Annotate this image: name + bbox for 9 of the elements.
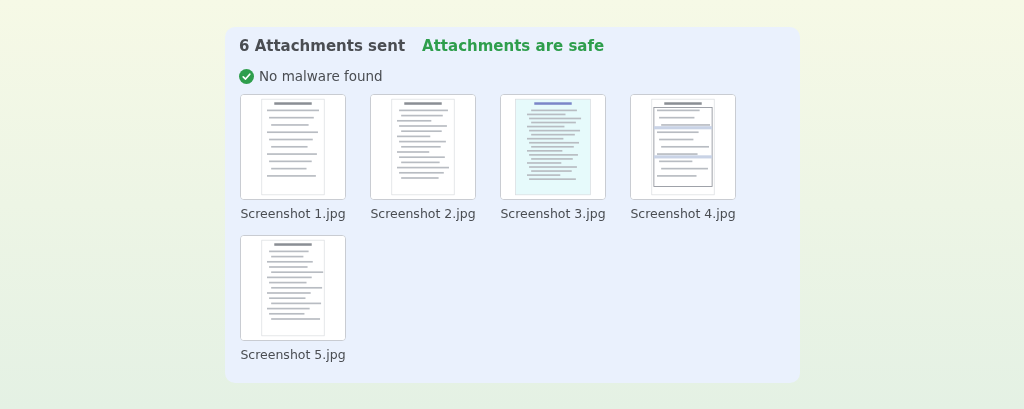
attachment-filename: Screenshot 5.jpg: [240, 347, 346, 362]
attachment-filename: Screenshot 2.jpg: [370, 206, 476, 221]
safety-status: Attachments are safe: [422, 37, 605, 55]
attachment-filename: Screenshot 1.jpg: [240, 206, 346, 221]
check-circle-icon: [239, 68, 254, 84]
panel-title: 6 Attachments sent: [239, 37, 406, 55]
scan-result: No malware found: [259, 68, 383, 84]
attachment-filename: Screenshot 3.jpg: [500, 206, 606, 221]
attachment-filename: Screenshot 4.jpg: [630, 206, 736, 221]
